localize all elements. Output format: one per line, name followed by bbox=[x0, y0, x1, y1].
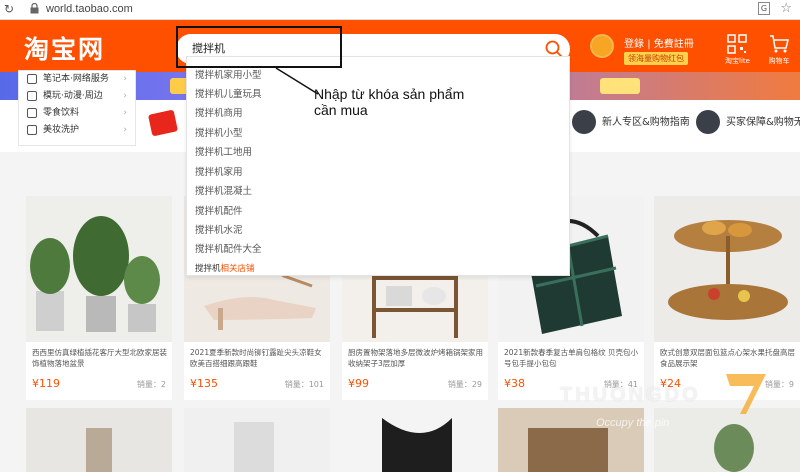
product-image bbox=[342, 408, 488, 472]
category-item[interactable]: 美妆洗护 › bbox=[19, 122, 135, 139]
translate-icon[interactable]: G bbox=[758, 2, 770, 15]
chevron-right-icon: › bbox=[123, 74, 127, 84]
suggestion-item[interactable]: 搅拌机家用 bbox=[195, 164, 243, 178]
category-item[interactable]: 模玩·动漫·周边 › bbox=[19, 88, 135, 105]
product-image bbox=[184, 408, 330, 472]
browser-address-bar: ↻ world.taobao.com G ☆ bbox=[0, 0, 800, 20]
watermark-logo bbox=[726, 374, 766, 414]
product-title[interactable]: 2021夏季新款时尚铆钉露趾尖头凉鞋女欧美百搭细跟高跟鞋 bbox=[190, 347, 326, 369]
product-title[interactable]: 2021新款春季复古单肩包格纹 贝壳包小号包手提小包包 bbox=[504, 347, 640, 369]
suggestion-item[interactable]: 搅拌机小型 bbox=[195, 125, 243, 139]
category-item[interactable]: 零食饮料 › bbox=[19, 105, 135, 122]
product-price: ¥38 bbox=[504, 377, 525, 390]
watermark-brand: THUONGDO bbox=[560, 384, 701, 406]
annotation-text: Nhập từ khóa sản phẩm cần mua bbox=[314, 86, 464, 118]
service-protection[interactable]: 买家保障&购物无忧 bbox=[696, 110, 800, 134]
product-image-plants bbox=[26, 196, 172, 342]
watermark: THUONGDO Occupy the pin bbox=[560, 384, 701, 429]
suggestion-item[interactable]: 搅拌机儿童玩具 bbox=[195, 86, 262, 100]
annotation-highlight-box bbox=[176, 26, 342, 68]
product-card[interactable] bbox=[342, 408, 488, 472]
product-card[interactable]: 西西里仿真绿植插花客厅大型北欧家居装饰植物落地盆景 ¥119 销量：2 bbox=[26, 196, 172, 400]
url-field[interactable]: world.taobao.com bbox=[46, 3, 133, 15]
suggestion-item[interactable]: 搅拌机工地用 bbox=[195, 144, 252, 158]
category-menu: 笔记本·网络服务 › 模玩·动漫·周边 › 零食饮料 › 美妆洗护 › bbox=[18, 70, 136, 146]
product-card[interactable] bbox=[26, 408, 172, 472]
suggestion-item[interactable]: 搅拌机配件大全 bbox=[195, 241, 262, 255]
product-sold: 销量：101 bbox=[284, 380, 324, 389]
suggestion-item[interactable]: 搅拌机家用小型 bbox=[195, 67, 262, 81]
annotation-line: cần mua bbox=[314, 102, 368, 118]
cart-icon bbox=[770, 35, 789, 53]
suggestion-item[interactable]: 搅拌机商用 bbox=[195, 105, 243, 119]
product-sold: 销量：2 bbox=[136, 380, 166, 389]
product-price: ¥99 bbox=[348, 377, 369, 390]
product-title[interactable]: 欧式创意双层面包篮点心架水果托盘高层食品展示架 bbox=[660, 347, 796, 369]
product-price: ¥119 bbox=[32, 377, 60, 390]
shop-suggestion[interactable]: 搅拌机相关店铺 bbox=[195, 262, 255, 274]
suggestion-item[interactable]: 搅拌机混凝土 bbox=[195, 183, 252, 197]
cart-label: 购物车 bbox=[768, 57, 790, 65]
category-label: 零食饮料 bbox=[43, 108, 80, 118]
header-cart-button[interactable]: 购物车 bbox=[768, 33, 790, 66]
login-link[interactable]: 登錄 bbox=[624, 39, 644, 50]
cosmetics-icon bbox=[27, 125, 37, 135]
laptop-icon bbox=[27, 74, 37, 84]
chevron-right-icon: › bbox=[123, 125, 127, 135]
qr-code-icon bbox=[727, 34, 748, 54]
suggestion-item[interactable]: 搅拌机配件 bbox=[195, 203, 243, 217]
toy-icon bbox=[27, 91, 37, 101]
category-label: 美妆洗护 bbox=[43, 125, 80, 135]
category-item[interactable]: 笔记本·网络服务 › bbox=[19, 71, 135, 88]
category-label: 模玩·动漫·周边 bbox=[43, 91, 103, 101]
product-image-bread-basket bbox=[654, 196, 800, 342]
watermark-tagline: Occupy the pin bbox=[596, 417, 670, 429]
user-links: 登錄 | 免費註冊 bbox=[624, 39, 694, 50]
cup-icon bbox=[27, 108, 37, 118]
header-qr-button[interactable]: 淘宝lite bbox=[725, 33, 750, 66]
compass-icon bbox=[572, 110, 596, 134]
promo-tag bbox=[600, 78, 640, 94]
product-price: ¥135 bbox=[190, 377, 218, 390]
register-link[interactable]: 免費註冊 bbox=[654, 39, 694, 50]
chevron-right-icon: › bbox=[123, 91, 127, 101]
lock-icon bbox=[30, 3, 39, 14]
product-title[interactable]: 西西里仿真绿植插花客厅大型北欧家居装饰植物落地盆景 bbox=[32, 347, 168, 369]
product-image bbox=[26, 408, 172, 472]
suggestion-item[interactable]: 搅拌机水泥 bbox=[195, 222, 243, 236]
bookmark-star-icon[interactable]: ☆ bbox=[780, 1, 792, 16]
product-title[interactable]: 厨房置物架落地多层微波炉烤箱锅架家用收纳架子3层加厚 bbox=[348, 347, 484, 369]
chevron-right-icon: › bbox=[123, 108, 127, 118]
product-card[interactable] bbox=[184, 408, 330, 472]
avatar[interactable] bbox=[590, 34, 614, 58]
coupon-badge[interactable]: 领海量购物红包 bbox=[624, 52, 688, 65]
category-label: 笔记本·网络服务 bbox=[43, 74, 109, 84]
annotation-line: Nhập từ khóa sản phẩm bbox=[314, 86, 465, 102]
service-newbie[interactable]: 新人专区&购物指南 bbox=[572, 110, 690, 134]
service-label: 买家保障&购物无忧 bbox=[726, 117, 800, 128]
taobao-logo[interactable]: 淘宝网 bbox=[24, 30, 105, 66]
reload-icon[interactable]: ↻ bbox=[4, 2, 14, 16]
qr-label: 淘宝lite bbox=[725, 57, 750, 65]
service-label: 新人专区&购物指南 bbox=[602, 117, 690, 128]
shield-icon bbox=[696, 110, 720, 134]
product-sold: 销量：29 bbox=[447, 380, 482, 389]
